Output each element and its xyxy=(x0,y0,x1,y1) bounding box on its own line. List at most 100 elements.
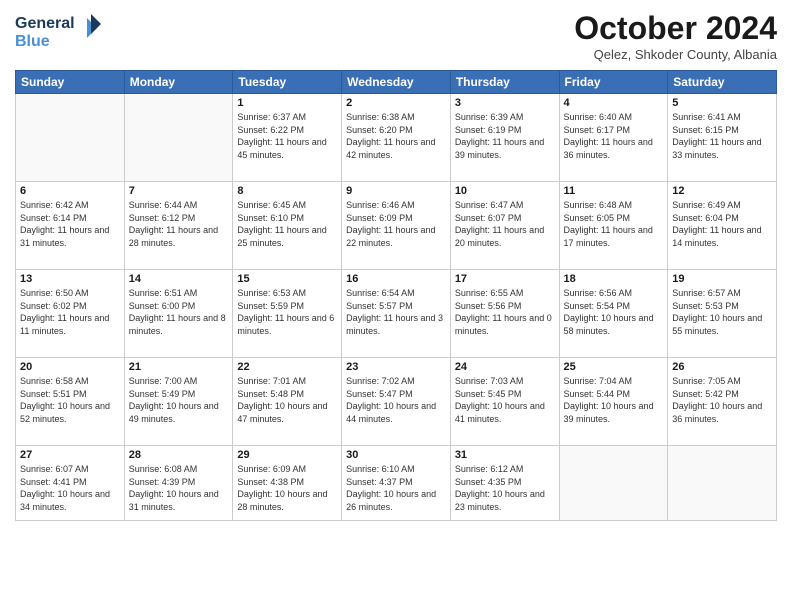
calendar-cell: 27 Sunrise: 6:07 AM Sunset: 4:41 PM Dayli… xyxy=(16,446,125,521)
day-number: 15 xyxy=(237,273,337,285)
day-number: 13 xyxy=(20,273,120,285)
day-header-saturday: Saturday xyxy=(668,71,777,94)
calendar-cell: 24 Sunrise: 7:03 AM Sunset: 5:45 PM Dayli… xyxy=(450,358,559,446)
calendar-cell: 22 Sunrise: 7:01 AM Sunset: 5:48 PM Dayli… xyxy=(233,358,342,446)
svg-text:General: General xyxy=(15,15,75,32)
day-number: 27 xyxy=(20,449,120,461)
cell-content: Sunrise: 6:56 AM Sunset: 5:54 PM Dayligh… xyxy=(564,287,664,337)
cell-content: Sunrise: 7:00 AM Sunset: 5:49 PM Dayligh… xyxy=(129,375,229,425)
day-number: 5 xyxy=(672,97,772,109)
calendar-week-2: 6 Sunrise: 6:42 AM Sunset: 6:14 PM Daylig… xyxy=(16,182,777,270)
cell-content: Sunrise: 7:02 AM Sunset: 5:47 PM Dayligh… xyxy=(346,375,446,425)
cell-content: Sunrise: 7:04 AM Sunset: 5:44 PM Dayligh… xyxy=(564,375,664,425)
day-header-sunday: Sunday xyxy=(16,71,125,94)
cell-content: Sunrise: 6:39 AM Sunset: 6:19 PM Dayligh… xyxy=(455,111,555,161)
calendar-cell: 13 Sunrise: 6:50 AM Sunset: 6:02 PM Dayli… xyxy=(16,270,125,358)
calendar-cell xyxy=(668,446,777,521)
cell-content: Sunrise: 6:48 AM Sunset: 6:05 PM Dayligh… xyxy=(564,199,664,249)
calendar-cell: 19Sunrise: 6:57 AM Sunset: 5:53 PM Dayli… xyxy=(668,270,777,358)
cell-content: Sunrise: 6:55 AM Sunset: 5:56 PM Dayligh… xyxy=(455,287,555,337)
calendar-cell: 30Sunrise: 6:10 AM Sunset: 4:37 PM Dayli… xyxy=(342,446,451,521)
day-header-wednesday: Wednesday xyxy=(342,71,451,94)
calendar-cell: 7 Sunrise: 6:44 AM Sunset: 6:12 PM Daylig… xyxy=(124,182,233,270)
cell-content: Sunrise: 6:47 AM Sunset: 6:07 PM Dayligh… xyxy=(455,199,555,249)
day-number: 8 xyxy=(237,185,337,197)
cell-content: Sunrise: 6:09 AM Sunset: 4:38 PM Dayligh… xyxy=(237,463,337,513)
cell-content: Sunrise: 6:49 AM Sunset: 6:04 PM Dayligh… xyxy=(672,199,772,249)
cell-content: Sunrise: 7:03 AM Sunset: 5:45 PM Dayligh… xyxy=(455,375,555,425)
calendar-cell: 29 Sunrise: 6:09 AM Sunset: 4:38 PM Dayli… xyxy=(233,446,342,521)
calendar-cell: 18 Sunrise: 6:56 AM Sunset: 5:54 PM Dayli… xyxy=(559,270,668,358)
day-number: 3 xyxy=(455,97,555,109)
calendar-cell: 31 Sunrise: 6:12 AM Sunset: 4:35 PM Dayli… xyxy=(450,446,559,521)
calendar-cell: 20Sunrise: 6:58 AM Sunset: 5:51 PM Dayli… xyxy=(16,358,125,446)
day-number: 14 xyxy=(129,273,229,285)
cell-content: Sunrise: 6:40 AM Sunset: 6:17 PM Dayligh… xyxy=(564,111,664,161)
day-number: 11 xyxy=(564,185,664,197)
title-area: October 2024 Qelez, Shkoder County, Alba… xyxy=(574,10,777,62)
svg-text:Blue: Blue xyxy=(15,33,50,50)
cell-content: Sunrise: 6:54 AM Sunset: 5:57 PM Dayligh… xyxy=(346,287,446,337)
calendar-cell xyxy=(124,94,233,182)
cell-content: Sunrise: 6:53 AM Sunset: 5:59 PM Dayligh… xyxy=(237,287,337,337)
day-number: 29 xyxy=(237,449,337,461)
calendar-cell: 8 Sunrise: 6:45 AM Sunset: 6:10 PM Daylig… xyxy=(233,182,342,270)
cell-content: Sunrise: 6:08 AM Sunset: 4:39 PM Dayligh… xyxy=(129,463,229,513)
calendar-cell: 23 Sunrise: 7:02 AM Sunset: 5:47 PM Dayli… xyxy=(342,358,451,446)
cell-content: Sunrise: 6:07 AM Sunset: 4:41 PM Dayligh… xyxy=(20,463,120,513)
calendar-cell: 15 Sunrise: 6:53 AM Sunset: 5:59 PM Dayli… xyxy=(233,270,342,358)
day-number: 26 xyxy=(672,361,772,373)
day-number: 25 xyxy=(564,361,664,373)
day-number: 2 xyxy=(346,97,446,109)
calendar-week-1: 1Sunrise: 6:37 AM Sunset: 6:22 PM Daylig… xyxy=(16,94,777,182)
day-number: 23 xyxy=(346,361,446,373)
calendar-cell: 26Sunrise: 7:05 AM Sunset: 5:42 PM Dayli… xyxy=(668,358,777,446)
calendar-week-3: 13 Sunrise: 6:50 AM Sunset: 6:02 PM Dayli… xyxy=(16,270,777,358)
calendar-cell: 28 Sunrise: 6:08 AM Sunset: 4:39 PM Dayli… xyxy=(124,446,233,521)
calendar-cell: 2 Sunrise: 6:38 AM Sunset: 6:20 PM Daylig… xyxy=(342,94,451,182)
header: General Blue October 2024 Qelez, Shkoder… xyxy=(15,10,777,62)
day-number: 10 xyxy=(455,185,555,197)
day-number: 1 xyxy=(237,97,337,109)
calendar-cell: 6 Sunrise: 6:42 AM Sunset: 6:14 PM Daylig… xyxy=(16,182,125,270)
calendar: SundayMondayTuesdayWednesdayThursdayFrid… xyxy=(15,70,777,521)
calendar-cell: 10 Sunrise: 6:47 AM Sunset: 6:07 PM Dayli… xyxy=(450,182,559,270)
day-header-tuesday: Tuesday xyxy=(233,71,342,94)
cell-content: Sunrise: 6:44 AM Sunset: 6:12 PM Dayligh… xyxy=(129,199,229,249)
calendar-cell xyxy=(16,94,125,182)
day-number: 9 xyxy=(346,185,446,197)
page: General Blue October 2024 Qelez, Shkoder… xyxy=(0,0,792,612)
day-number: 7 xyxy=(129,185,229,197)
calendar-cell: 3 Sunrise: 6:39 AM Sunset: 6:19 PM Daylig… xyxy=(450,94,559,182)
day-number: 24 xyxy=(455,361,555,373)
calendar-week-5: 27 Sunrise: 6:07 AM Sunset: 4:41 PM Dayli… xyxy=(16,446,777,521)
cell-content: Sunrise: 6:38 AM Sunset: 6:20 PM Dayligh… xyxy=(346,111,446,161)
cell-content: Sunrise: 7:01 AM Sunset: 5:48 PM Dayligh… xyxy=(237,375,337,425)
day-number: 16 xyxy=(346,273,446,285)
cell-content: Sunrise: 6:50 AM Sunset: 6:02 PM Dayligh… xyxy=(20,287,120,337)
cell-content: Sunrise: 6:45 AM Sunset: 6:10 PM Dayligh… xyxy=(237,199,337,249)
day-header-thursday: Thursday xyxy=(450,71,559,94)
calendar-cell: 17 Sunrise: 6:55 AM Sunset: 5:56 PM Dayli… xyxy=(450,270,559,358)
calendar-cell: 16 Sunrise: 6:54 AM Sunset: 5:57 PM Dayli… xyxy=(342,270,451,358)
day-number: 22 xyxy=(237,361,337,373)
cell-content: Sunrise: 6:42 AM Sunset: 6:14 PM Dayligh… xyxy=(20,199,120,249)
calendar-week-4: 20Sunrise: 6:58 AM Sunset: 5:51 PM Dayli… xyxy=(16,358,777,446)
calendar-header-row: SundayMondayTuesdayWednesdayThursdayFrid… xyxy=(16,71,777,94)
calendar-cell: 21Sunrise: 7:00 AM Sunset: 5:49 PM Dayli… xyxy=(124,358,233,446)
calendar-cell xyxy=(559,446,668,521)
day-number: 4 xyxy=(564,97,664,109)
day-number: 6 xyxy=(20,185,120,197)
logo-text: General Blue xyxy=(15,10,105,60)
day-number: 28 xyxy=(129,449,229,461)
cell-content: Sunrise: 6:12 AM Sunset: 4:35 PM Dayligh… xyxy=(455,463,555,513)
cell-content: Sunrise: 6:46 AM Sunset: 6:09 PM Dayligh… xyxy=(346,199,446,249)
calendar-cell: 5Sunrise: 6:41 AM Sunset: 6:15 PM Daylig… xyxy=(668,94,777,182)
calendar-cell: 4 Sunrise: 6:40 AM Sunset: 6:17 PM Daylig… xyxy=(559,94,668,182)
day-number: 17 xyxy=(455,273,555,285)
day-number: 12 xyxy=(672,185,772,197)
cell-content: Sunrise: 6:51 AM Sunset: 6:00 PM Dayligh… xyxy=(129,287,229,337)
calendar-cell: 25 Sunrise: 7:04 AM Sunset: 5:44 PM Dayli… xyxy=(559,358,668,446)
day-number: 18 xyxy=(564,273,664,285)
day-number: 31 xyxy=(455,449,555,461)
